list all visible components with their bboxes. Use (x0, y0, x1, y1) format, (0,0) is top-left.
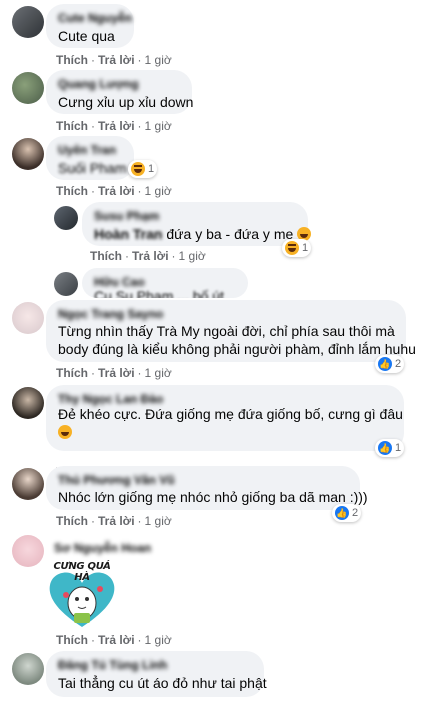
thumbs-up-icon: 👍 (335, 506, 349, 520)
timestamp[interactable]: 1 giờ (145, 184, 172, 198)
thumbs-up-icon: 👍 (378, 357, 392, 371)
commenter-name[interactable]: Uyên Tran (58, 143, 116, 157)
avatar[interactable] (12, 468, 44, 500)
reply-link[interactable]: Trả lời (132, 249, 169, 263)
sticker-image[interactable]: CƯNG QUÁ HÀ (44, 559, 120, 631)
avatar[interactable] (54, 272, 78, 296)
timestamp[interactable]: 1 giờ (179, 249, 206, 263)
timestamp[interactable]: 1 giờ (145, 514, 172, 528)
comment-bubble: Quang Lượng Cưng xỉu up xỉu down (46, 70, 194, 114)
comment-bubble: Đăng Tú Tùng Linh Tai thẳng cu út áo đỏ … (46, 651, 267, 697)
reaction-count: 2 (352, 507, 359, 519)
thumbs-up-icon: 👍 (378, 441, 392, 455)
commenter-name[interactable]: Sơ Nguyễn Hoan (54, 541, 151, 555)
reply-link[interactable]: Trả lời (98, 119, 135, 133)
commenter-name[interactable]: Thủ Phương Vân Vũ (58, 473, 175, 487)
comment-actions: Thích·Trả lời·1 giờ (56, 633, 172, 647)
reply-link[interactable]: Trả lời (98, 366, 135, 380)
sticker-caption: CƯNG QUÁ HÀ (53, 561, 111, 583)
avatar[interactable] (12, 653, 44, 685)
commenter-name[interactable]: Quang Lượng (58, 77, 139, 91)
commenter-name[interactable]: Đăng Tú Tùng Linh (58, 658, 167, 672)
reaction-count: 2 (395, 358, 402, 370)
reply-link[interactable]: Trả lời (98, 633, 135, 647)
comment-bubble: Susu Phạm Hoàn Tran đứa y ba - đứa y mẹ (82, 202, 312, 246)
commenter-name[interactable]: Thy Ngọc Lan Đào (58, 392, 163, 406)
haha-icon (131, 162, 145, 176)
comment-text: Cưng xỉu up xỉu down (58, 94, 194, 110)
comment-actions: Thích·Trả lời·1 giờ (56, 119, 172, 133)
like-link[interactable]: Thích (56, 633, 88, 647)
commenter-name[interactable]: Ngọc Trang Sayno (58, 307, 163, 321)
avatar[interactable] (12, 72, 44, 104)
avatar[interactable] (12, 302, 44, 334)
comment-actions: Thích·Trả lời·1 giờ (56, 184, 172, 198)
comment-text: Đẻ khéo cực. Đứa giống mẹ đứa giống bố, … (58, 406, 403, 422)
commenter-name[interactable]: Cute Nguyễn (58, 11, 132, 25)
comment-bubble: Cute Nguyễn Cute qua (46, 4, 134, 48)
haha-icon (285, 241, 299, 255)
comment-text: Nhóc lớn giống mẹ nhóc nhỏ giống ba dã m… (58, 489, 368, 505)
comment-actions: Thích·Trả lời·1 giờ (56, 514, 172, 528)
like-link[interactable]: Thích (56, 366, 88, 380)
comment-text: Tai thẳng cu út áo đỏ như tai phật (58, 675, 267, 691)
like-link[interactable]: Thích (56, 514, 88, 528)
reply-link[interactable]: Trả lời (98, 184, 135, 198)
comment-bubble: Thủ Phương Vân Vũ Nhóc lớn giống mẹ nhóc… (46, 466, 368, 510)
comment-actions: Thích·Trả lời·1 giờ (56, 366, 172, 380)
reply-link[interactable]: Trả lời (98, 53, 135, 67)
comment-text: Từng nhìn thấy Trà My ngoài đời, chỉ phí… (58, 323, 395, 339)
commenter-name[interactable]: Susu Phạm (94, 209, 159, 223)
comment-bubble: Thy Ngọc Lan Đào Đẻ khéo cực. Đứa giống … (46, 385, 404, 451)
comment-actions: Thích·Trả lời·1 giờ (90, 249, 206, 263)
avatar[interactable] (12, 387, 44, 419)
reaction-summary[interactable]: 👍 2 (332, 504, 362, 522)
reaction-summary[interactable]: 1 (282, 239, 312, 257)
comment-actions: Thích·Trả lời·1 giờ (56, 53, 172, 67)
comment-text: body đúng là kiểu không phải người phàm,… (58, 341, 416, 357)
like-link[interactable]: Thích (56, 119, 88, 133)
avatar[interactable] (12, 138, 44, 170)
comment-text: Cute qua (58, 28, 115, 44)
avatar[interactable] (12, 535, 44, 567)
like-link[interactable]: Thích (56, 53, 88, 67)
comment-text: Cu Su Phạm ... bố út (94, 288, 224, 298)
timestamp[interactable]: 1 giờ (145, 366, 172, 380)
comment-text: Hoàn Tran đứa y ba - đứa y mẹ (94, 225, 312, 243)
reply-link[interactable]: Trả lời (98, 514, 135, 528)
reaction-summary[interactable]: 👍 1 (375, 439, 405, 457)
avatar[interactable] (54, 206, 78, 230)
reaction-summary[interactable]: 👍 2 (375, 355, 405, 373)
reaction-count: 1 (148, 163, 155, 175)
comment-bubble: Hữu Cao Cu Su Phạm ... bố út (82, 268, 248, 298)
reaction-count: 1 (395, 442, 402, 454)
avatar[interactable] (12, 6, 44, 38)
like-link[interactable]: Thích (56, 184, 88, 198)
grinning-face-icon (58, 425, 72, 439)
comment-body: đứa y ba - đứa y mẹ (166, 226, 294, 242)
timestamp[interactable]: 1 giờ (145, 633, 172, 647)
comment-text: Suối Pham (58, 160, 127, 176)
comment-bubble: Ngọc Trang Sayno Từng nhìn thấy Trà My n… (46, 300, 416, 362)
reaction-count: 1 (302, 242, 309, 254)
comment-bubble: Uyên Tran Suối Pham (46, 136, 134, 180)
like-link[interactable]: Thích (90, 249, 122, 263)
mention-tag[interactable]: Hoàn Tran (94, 225, 162, 243)
timestamp[interactable]: 1 giờ (145, 53, 172, 67)
timestamp[interactable]: 1 giờ (145, 119, 172, 133)
reaction-summary[interactable]: 1 (128, 160, 158, 178)
